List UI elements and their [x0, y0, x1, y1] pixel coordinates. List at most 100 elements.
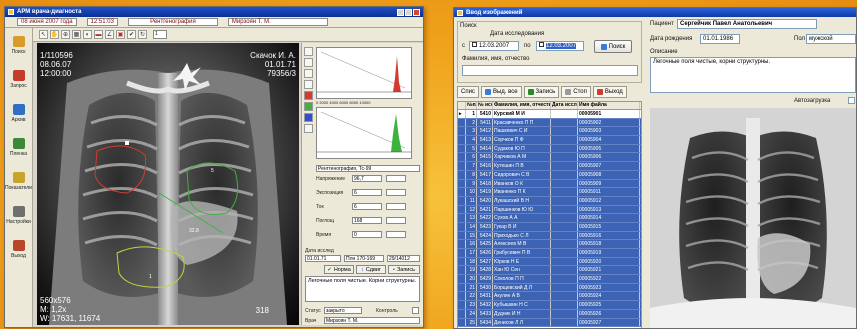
hand-icon[interactable]: ✋: [50, 30, 59, 39]
table-row[interactable]: ▸ 1 5410 Курский М И 00005901: [458, 110, 641, 119]
shift-button[interactable]: ↕ Сдвиг: [356, 265, 386, 274]
sidebar-item[interactable]: Запрос: [5, 62, 32, 96]
histogram-green[interactable]: [316, 107, 412, 159]
table-row[interactable]: 24 5433 Дудник И Н 00005926: [458, 309, 641, 319]
pointer-icon[interactable]: ↖: [39, 30, 48, 39]
angle-icon[interactable]: ∠: [105, 30, 114, 39]
invert-icon[interactable]: [304, 80, 313, 89]
sidebar-item[interactable]: Поиск: [5, 28, 32, 62]
blue-channel-icon[interactable]: [304, 113, 313, 122]
date-to-checkbox[interactable]: [539, 42, 544, 47]
toolbar-button[interactable]: Выход: [592, 86, 627, 98]
exposure-field-value[interactable]: 6: [352, 189, 382, 196]
table-row[interactable]: 16 5425 Алексеев М В 00005918: [458, 240, 641, 249]
table-row[interactable]: 14 5423 Гукар В И 00005915: [458, 222, 641, 232]
linear-icon[interactable]: [304, 58, 313, 67]
exposure-field-unit-box[interactable]: [386, 231, 406, 238]
exposure-field-value[interactable]: 168: [352, 217, 382, 224]
exposure-field-value[interactable]: 6: [352, 203, 382, 210]
green-channel-icon[interactable]: [304, 102, 313, 111]
exposure-field-unit-box[interactable]: [386, 217, 406, 224]
table-row[interactable]: 6 5415 Харчиков А М 00005906: [458, 153, 641, 163]
normal-button[interactable]: ✔ Норма: [324, 265, 354, 274]
table-row[interactable]: 10 5419 Иваненко П К 00005911: [458, 188, 641, 197]
contrast-icon[interactable]: ◐: [83, 30, 92, 39]
ruler-icon[interactable]: ▬: [94, 30, 103, 39]
table-row[interactable]: 12 5421 Паршинков Ю Ю 00005913: [458, 205, 641, 215]
table-row[interactable]: 20 5429 Соколов П П 00005922: [458, 275, 641, 284]
conclusion-text[interactable]: Легочные поля чистые. Корни структурны.: [305, 276, 420, 302]
cell-index: 10: [466, 188, 477, 196]
toolbar-button[interactable]: Выд. все: [480, 86, 522, 98]
xray-viewer[interactable]: 1/110596 08.06.07 12:00:00 Скачок И. А. …: [37, 43, 299, 325]
row-marker: [458, 205, 466, 214]
column-header[interactable]: № исслед: [477, 102, 493, 109]
table-row[interactable]: 7 5416 Кутешин П В 00005907: [458, 162, 641, 171]
column-header[interactable]: Имя файла: [578, 102, 640, 109]
control-checkbox[interactable]: [412, 307, 419, 314]
exposure-field-unit-box[interactable]: [386, 203, 406, 210]
modality-select[interactable]: Рентгенография, Тс-99: [316, 165, 420, 172]
table-row[interactable]: 15 5424 Приходько С Л 00005916: [458, 231, 641, 241]
zoom-icon[interactable]: ⊕: [61, 30, 70, 39]
search-button[interactable]: Поиск: [594, 40, 632, 53]
close-icon[interactable]: [413, 8, 420, 16]
save-button[interactable]: ▪ Запись: [388, 265, 420, 274]
grid-icon[interactable]: ▦: [72, 30, 81, 39]
date-to-input[interactable]: 12.03.2007: [536, 41, 584, 51]
column-header[interactable]: [458, 102, 466, 109]
rotate-icon[interactable]: ↻: [138, 30, 147, 39]
table-row[interactable]: 3 5412 Пашкевич С И 00005903: [458, 127, 641, 137]
column-header[interactable]: Фамилия, имя, отчество: [493, 102, 551, 109]
column-header[interactable]: Дата исслед: [551, 102, 578, 109]
exposure-field-value[interactable]: 96,7: [352, 175, 382, 182]
sidebar-item[interactable]: Выход: [5, 232, 32, 266]
table-row[interactable]: 18 5427 Юрков Н Е 00005920: [458, 257, 641, 267]
column-header[interactable]: №п/п: [466, 102, 477, 109]
date-from-input[interactable]: 12.03.2007: [469, 41, 519, 51]
doctor-select[interactable]: Мирзоян Т. М.: [324, 317, 420, 324]
sidebar-item[interactable]: Архив: [5, 96, 32, 130]
toolbar-button[interactable]: Спис: [457, 86, 479, 98]
table-row[interactable]: 11 5420 Лукашский В Н 00005912: [458, 196, 641, 206]
table-row[interactable]: 8 5417 Сидорович С В 00005908: [458, 170, 641, 180]
autoload-checkbox[interactable]: [848, 97, 855, 104]
table-row[interactable]: 13 5422 Сухов А А 00005914: [458, 214, 641, 223]
toolbar-button[interactable]: Запись: [523, 86, 560, 98]
studies-table[interactable]: №п/п№ исследФамилия, имя, отчествоДата и…: [457, 101, 642, 328]
exposure-field-unit-box[interactable]: [386, 175, 406, 182]
table-row[interactable]: 2 5411 Красавченко П П 00005902: [458, 118, 641, 128]
table-row[interactable]: 25 5434 Денисов Л Л 00005927: [458, 318, 641, 328]
status-select[interactable]: закрыто: [324, 307, 362, 314]
reset-icon[interactable]: [304, 124, 313, 133]
sidebar-item[interactable]: Пленка: [5, 130, 32, 164]
cell-patient-name: Соколов П П: [493, 275, 551, 283]
print-icon[interactable]: ▣: [116, 30, 125, 39]
minimize-icon[interactable]: [397, 8, 404, 16]
fio-input[interactable]: [462, 65, 638, 76]
date-from-checkbox[interactable]: [472, 42, 477, 47]
table-row[interactable]: 4 5413 Сорчков П Ф 00005904: [458, 136, 641, 145]
log-icon[interactable]: [304, 69, 313, 78]
frame-input[interactable]: 1: [153, 30, 167, 39]
table-row[interactable]: 5 5414 Судаков Ю П 00005905: [458, 144, 641, 154]
maximize-icon[interactable]: [405, 8, 412, 16]
xray-preview[interactable]: [650, 108, 856, 328]
table-row[interactable]: 21 5430 Борщевский Д Л 00005923: [458, 283, 641, 293]
toolbar-button[interactable]: Стоп: [561, 86, 591, 98]
red-channel-icon[interactable]: [304, 91, 313, 100]
exposure-field-value[interactable]: 0: [352, 231, 382, 238]
table-row[interactable]: 19 5428 Хан Ю Сен 00005921: [458, 266, 641, 276]
check-icon[interactable]: ✔: [127, 30, 136, 39]
sidebar-item[interactable]: Настройки: [5, 198, 32, 232]
exposure-field-unit-box[interactable]: [386, 189, 406, 196]
curve-icon[interactable]: [304, 47, 313, 56]
sex-field[interactable]: мужской: [806, 34, 856, 44]
table-row[interactable]: 22 5431 Акулин А В 00005924: [458, 292, 641, 302]
table-row[interactable]: 9 5418 Иванков О К 00005909: [458, 179, 641, 189]
table-row[interactable]: 17 5426 Грибусевич П В 00005919: [458, 249, 641, 258]
table-row[interactable]: 23 5432 Кубышкин Н С 00005925: [458, 301, 641, 310]
histogram-red[interactable]: [316, 47, 412, 99]
sidebar-item[interactable]: Показатели: [5, 164, 32, 198]
description-field[interactable]: Легочные поля чистые, корни структурны.: [650, 57, 856, 93]
